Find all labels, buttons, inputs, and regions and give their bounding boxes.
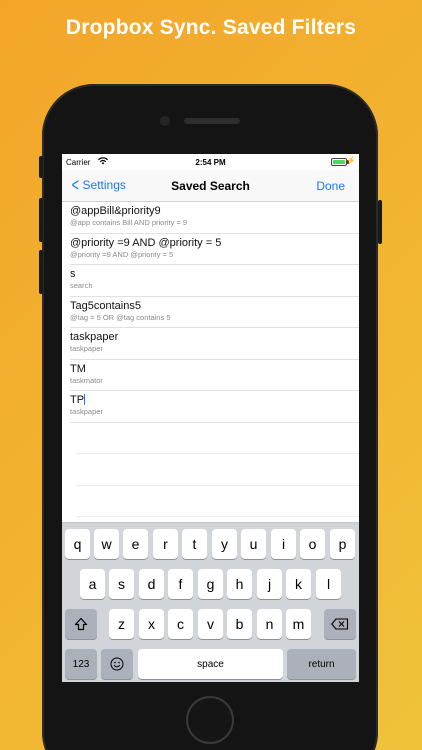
key-k[interactable]: k — [286, 569, 311, 599]
device-screen: Carrier 2:54 PM ⚡ < Settings Saved Searc… — [62, 154, 359, 682]
done-button[interactable]: Done — [316, 179, 345, 193]
front-camera — [160, 116, 170, 126]
earpiece-speaker — [184, 118, 240, 124]
key-t[interactable]: t — [182, 529, 207, 559]
space-key[interactable]: space — [138, 649, 283, 679]
empty-row — [76, 454, 359, 486]
saved-search-query: taskmator — [70, 375, 103, 385]
key-f[interactable]: f — [168, 569, 193, 599]
key-l[interactable]: l — [316, 569, 341, 599]
list-item[interactable]: @appBill&priority9 @app contains Bill AN… — [70, 202, 359, 234]
text-cursor — [84, 394, 86, 405]
saved-search-query: taskpaper — [70, 407, 103, 416]
empty-row — [76, 423, 359, 454]
key-u[interactable]: u — [241, 529, 266, 559]
key-j[interactable]: j — [257, 569, 282, 599]
key-h[interactable]: h — [227, 569, 252, 599]
key-n[interactable]: n — [257, 609, 282, 639]
key-b[interactable]: b — [227, 609, 252, 639]
empty-row — [76, 486, 359, 517]
list-item-editing[interactable]: TP taskpaper — [70, 391, 359, 423]
key-p[interactable]: p — [330, 529, 355, 559]
headline: Dropbox Sync. Saved Filters — [65, 16, 357, 39]
home-button[interactable] — [186, 696, 234, 744]
numbers-key[interactable]: 123 — [65, 649, 97, 679]
volume-down-button — [39, 250, 43, 294]
key-x[interactable]: x — [139, 609, 164, 639]
key-m[interactable]: m — [286, 609, 311, 639]
saved-search-query: @tag = 5 OR @tag contains 5 — [70, 312, 171, 322]
page-title: Saved Search — [171, 179, 250, 193]
list-item[interactable]: @priority =9 AND @priority = 5 @priority… — [70, 234, 359, 265]
key-r[interactable]: r — [153, 529, 178, 559]
emoji-icon — [110, 657, 124, 671]
saved-search-query: @app contains Bill AND priority = 9 — [70, 218, 188, 227]
saved-search-name: taskpaper — [70, 331, 119, 343]
key-i[interactable]: i — [271, 529, 296, 559]
saved-search-query: taskpaper — [70, 344, 103, 353]
key-w[interactable]: w — [94, 529, 119, 559]
key-d[interactable]: d — [139, 569, 164, 599]
return-key[interactable]: return — [287, 649, 356, 679]
battery-icon — [331, 158, 347, 166]
key-o[interactable]: o — [300, 529, 325, 559]
saved-search-name: @appBill&priority9 — [70, 205, 161, 217]
saved-search-name: s — [70, 268, 76, 280]
key-g[interactable]: g — [198, 569, 223, 599]
power-button — [378, 200, 382, 244]
saved-search-name-field[interactable]: TP — [70, 394, 359, 407]
volume-up-button — [39, 198, 43, 242]
shift-icon — [74, 617, 88, 631]
saved-search-query: search — [70, 281, 93, 290]
on-screen-keyboard: q w e r t y u i o p a s d f g h j k l z … — [62, 522, 359, 682]
emoji-key[interactable] — [101, 649, 133, 679]
key-z[interactable]: z — [109, 609, 134, 639]
saved-search-query: @priority =9 AND @priority = 5 — [70, 249, 174, 259]
key-s[interactable]: s — [109, 569, 134, 599]
saved-search-name: TM — [70, 362, 86, 375]
list-item[interactable]: s search — [70, 265, 359, 297]
saved-search-name: @priority =9 AND @priority = 5 — [70, 236, 222, 249]
key-c[interactable]: c — [168, 609, 193, 639]
key-a[interactable]: a — [80, 569, 105, 599]
saved-search-name: Tag5contains5 — [70, 299, 141, 312]
saved-search-name: TP — [70, 394, 85, 406]
key-q[interactable]: q — [65, 529, 90, 559]
shift-key[interactable] — [65, 609, 97, 639]
backspace-icon — [331, 618, 349, 630]
charging-icon: ⚡ — [346, 156, 356, 165]
key-y[interactable]: y — [212, 529, 237, 559]
status-bar: Carrier 2:54 PM ⚡ — [62, 154, 359, 170]
navigation-bar: < Settings Saved Search Done — [62, 170, 359, 202]
list-item[interactable]: TM taskmator — [70, 360, 359, 391]
mute-switch — [39, 156, 43, 178]
delete-key[interactable] — [324, 609, 356, 639]
status-time: 2:54 PM — [195, 158, 226, 167]
key-v[interactable]: v — [198, 609, 223, 639]
list-item[interactable]: Tag5contains5 @tag = 5 OR @tag contains … — [70, 297, 359, 328]
saved-search-list: @appBill&priority9 @app contains Bill AN… — [62, 202, 359, 517]
list-item[interactable]: taskpaper taskpaper — [70, 328, 359, 360]
key-e[interactable]: e — [123, 529, 148, 559]
